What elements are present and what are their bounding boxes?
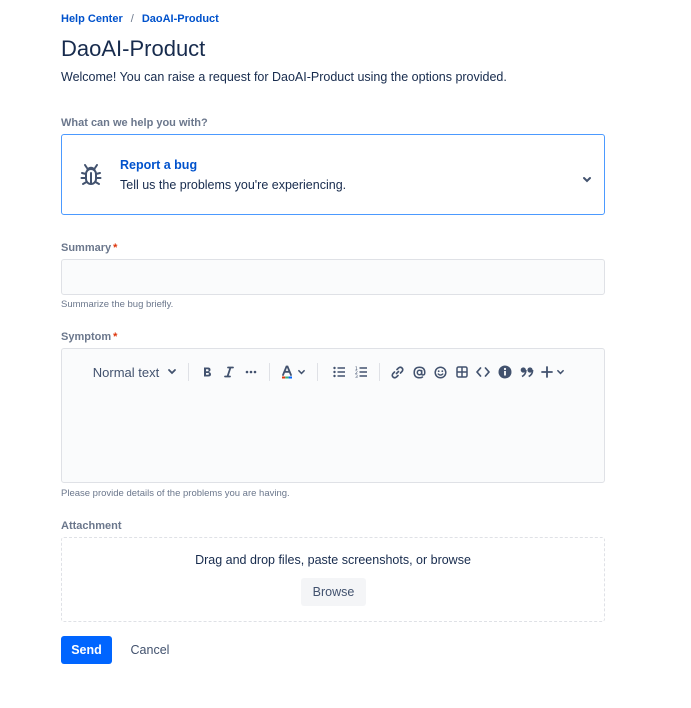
request-type-label: What can we help you with? (61, 117, 208, 129)
dropzone-text: Drag and drop files, paste screenshots, … (195, 553, 471, 567)
link-icon[interactable] (388, 359, 406, 385)
text-style-label: Normal text (92, 364, 160, 380)
toolbar-divider (188, 363, 189, 381)
send-button[interactable]: Send (61, 636, 112, 664)
insert-icon[interactable] (539, 359, 567, 385)
text-color-icon[interactable] (278, 359, 308, 385)
summary-label-text: Summary (61, 242, 112, 254)
editor-toolbar: Normal text 1 2 3 (62, 359, 604, 385)
bullet-list-icon[interactable] (330, 359, 348, 385)
symptom-text-area[interactable] (62, 393, 604, 482)
info-icon[interactable] (496, 359, 514, 385)
emoji-icon[interactable] (431, 359, 449, 385)
required-mark: * (113, 331, 118, 343)
breadcrumb: Help Center / DaoAI-Product (61, 13, 219, 25)
more-formatting-icon[interactable] (242, 359, 260, 385)
code-icon[interactable] (474, 359, 492, 385)
quote-icon[interactable] (518, 359, 536, 385)
text-style-dropdown[interactable]: Normal text (91, 359, 179, 385)
symptom-label-text: Symptom (61, 331, 112, 343)
symptom-helper: Please provide details of the problems y… (61, 488, 290, 499)
chevron-down-icon (167, 368, 177, 376)
request-type-select[interactable]: Report a bug Tell us the problems you're… (61, 134, 605, 215)
breadcrumb-product[interactable]: DaoAI-Product (142, 13, 219, 25)
attachment-dropzone[interactable]: Drag and drop files, paste screenshots, … (61, 537, 605, 622)
toolbar-divider (269, 363, 270, 381)
request-form-page: Help Center / DaoAI-Product DaoAI-Produc… (0, 0, 691, 708)
italic-icon[interactable] (220, 359, 238, 385)
summary-input[interactable] (61, 259, 605, 295)
symptom-label: Symptom * (61, 331, 117, 343)
toolbar-divider (317, 363, 318, 381)
bold-icon[interactable] (198, 359, 216, 385)
page-title: DaoAI-Product (61, 36, 206, 61)
chevron-down-icon (582, 171, 592, 183)
required-mark: * (113, 242, 118, 254)
toolbar-divider (379, 363, 380, 381)
numbered-list-icon[interactable]: 123 (352, 359, 370, 385)
cancel-button[interactable]: Cancel (120, 636, 180, 664)
welcome-text: Welcome! You can raise a request for Dao… (61, 70, 507, 84)
summary-label: Summary * (61, 242, 117, 254)
breadcrumb-help-center[interactable]: Help Center (61, 13, 123, 25)
table-icon[interactable] (453, 359, 471, 385)
svg-text:3: 3 (355, 374, 358, 378)
browse-button[interactable]: Browse (301, 578, 366, 606)
symptom-editor: Normal text 1 2 3 (61, 348, 605, 483)
bug-icon (80, 163, 102, 187)
attachment-label: Attachment (61, 520, 122, 532)
summary-helper: Summarize the bug briefly. (61, 299, 174, 310)
mention-icon[interactable] (410, 359, 428, 385)
request-type-description: Tell us the problems you're experiencing… (120, 178, 347, 192)
breadcrumb-separator: / (130, 13, 134, 25)
request-type-name: Report a bug (120, 158, 198, 172)
